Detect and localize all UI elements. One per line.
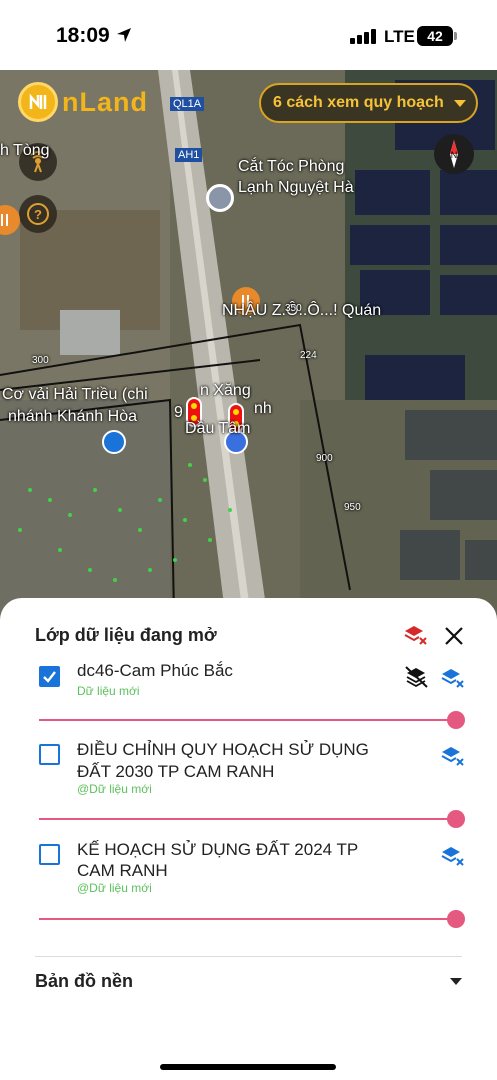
road-label: AH1 xyxy=(175,148,203,162)
slider-handle[interactable] xyxy=(447,810,465,828)
help-icon[interactable]: ? xyxy=(19,195,57,233)
layer-opacity-slider[interactable] xyxy=(39,711,465,729)
svg-text:N: N xyxy=(451,150,458,160)
layer-opacity-slider[interactable] xyxy=(39,810,465,828)
layer-name-line1: KẾ HOẠCH SỬ DỤNG ĐẤT 2024 TP xyxy=(77,840,359,859)
place-label: Cắt Tóc Phòng xyxy=(238,158,345,175)
status-bar: 18:09 LTE 42 xyxy=(0,0,497,70)
remove-layer-icon[interactable] xyxy=(440,744,466,768)
divider xyxy=(35,956,462,957)
parcel-number: 350 xyxy=(285,303,302,314)
layer-checkbox[interactable] xyxy=(39,844,60,865)
place-label: Dầu Tâm xyxy=(185,420,251,437)
compass-icon[interactable]: N xyxy=(434,134,474,174)
road-label: QL1A xyxy=(170,97,205,111)
parcel-number: 224 xyxy=(300,350,317,361)
place-label: nhánh Khánh Hòa xyxy=(8,408,137,425)
parcel-number: 950 xyxy=(344,502,361,513)
layer-name-line1: ĐIỀU CHỈNH QUY HOẠCH SỬ DỤNG xyxy=(77,740,369,759)
remove-layer-icon[interactable] xyxy=(440,844,466,868)
place-label: nh xyxy=(254,400,272,417)
layer-opacity-slider[interactable] xyxy=(39,910,465,928)
place-label: Lạnh Nguyệt Hà xyxy=(238,179,354,196)
layer-panel: Lớp dữ liệu đang mở dc46-Cam Phúc Bắc Dữ… xyxy=(0,598,497,1080)
nland-logo[interactable]: nLand xyxy=(18,82,148,122)
hide-layer-icon[interactable] xyxy=(404,665,430,689)
battery-icon: 42 xyxy=(417,26,457,46)
slider-handle[interactable] xyxy=(447,910,465,928)
signal-icon xyxy=(350,29,376,44)
svg-text:?: ? xyxy=(34,207,42,222)
layer-name: dc46-Cam Phúc Bắc xyxy=(77,661,233,680)
satellite-map[interactable]: nLand 6 cách xem quy hoạch N ? QL1A AH1 … xyxy=(0,70,497,670)
planning-view-dropdown[interactable]: 6 cách xem quy hoạch xyxy=(259,83,478,123)
logo-text: nLand xyxy=(62,86,148,117)
layer-checkbox[interactable] xyxy=(39,666,60,687)
planning-view-label: 6 cách xem quy hoạch xyxy=(273,94,444,111)
parcel-number: 900 xyxy=(316,453,333,464)
remove-layer-icon[interactable] xyxy=(440,666,466,690)
remove-all-layers-icon[interactable] xyxy=(403,623,429,647)
layer-name-line2: CAM RANH xyxy=(77,861,168,880)
network-type: LTE xyxy=(384,27,415,46)
layer-name-line2: ĐẤT 2030 TP CAM RANH xyxy=(77,762,275,781)
status-time: 18:09 xyxy=(56,24,110,47)
chevron-down-icon xyxy=(453,99,466,107)
location-arrow-icon xyxy=(117,28,131,42)
place-label: Cơ vải Hải Triều (chi xyxy=(2,386,148,403)
base-map-toggle[interactable]: Bản đồ nền xyxy=(35,971,133,992)
home-indicator[interactable] xyxy=(160,1064,336,1070)
place-label: n Xăng xyxy=(200,382,251,399)
place-label: 9 xyxy=(174,404,183,421)
slider-handle[interactable] xyxy=(447,711,465,729)
parcel-number: 300 xyxy=(32,355,49,366)
layer-checkbox[interactable] xyxy=(39,744,60,765)
bank-pin-icon[interactable] xyxy=(102,430,126,454)
chevron-down-icon[interactable] xyxy=(450,978,462,985)
layer-source: Dữ liệu mới xyxy=(77,684,140,698)
panel-title: Lớp dữ liệu đang mở xyxy=(35,625,217,645)
place-pin-icon[interactable] xyxy=(206,184,234,212)
logo-coin-icon xyxy=(18,82,58,122)
layer-source: @Dữ liệu mới xyxy=(77,782,152,796)
close-icon[interactable] xyxy=(444,626,464,646)
place-label: h Tòng xyxy=(0,142,50,159)
layer-source: @Dữ liệu mới xyxy=(77,881,152,895)
